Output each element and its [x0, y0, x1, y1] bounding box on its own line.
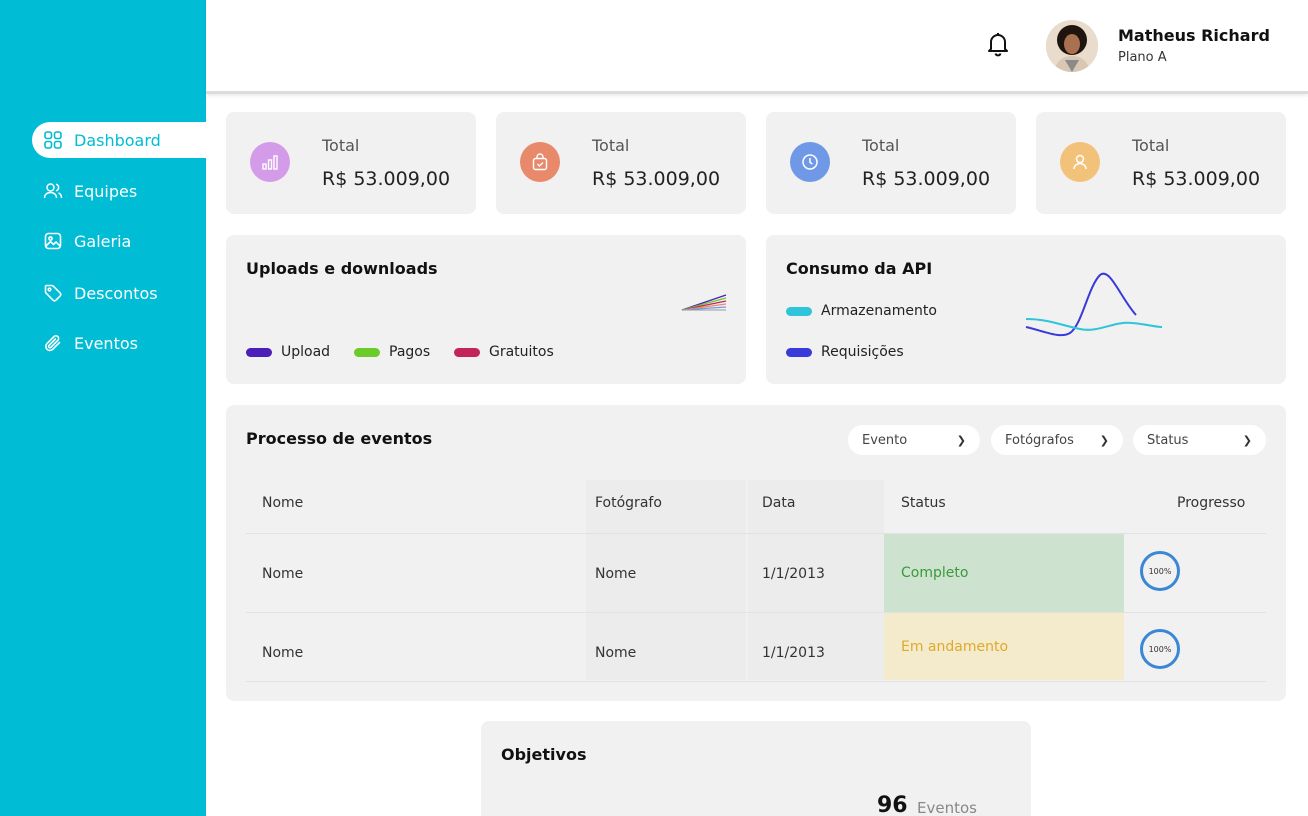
status-badge: Completo: [884, 534, 1124, 612]
progress-value: 100%: [1148, 566, 1172, 576]
user-plan: Plano A: [1118, 50, 1167, 65]
progress-value: 100%: [1148, 644, 1172, 654]
column-header-fotografo[interactable]: Fotógrafo: [595, 495, 662, 511]
chevron-down-icon: ❯: [956, 433, 966, 447]
stat-label: Total: [1132, 136, 1170, 155]
bag-icon: [520, 142, 560, 182]
legend-swatch: [786, 347, 812, 357]
user-icon: [1060, 142, 1100, 182]
cell-data: 1/1/2013: [762, 566, 825, 582]
legend-armazenamento: Armazenamento: [786, 303, 937, 319]
sidebar-item-dashboard[interactable]: Dashboard: [32, 122, 206, 158]
legend-requisicoes: Requisições: [786, 344, 904, 360]
legend-swatch: [246, 347, 272, 357]
top-header: Matheus Richard Plano A: [206, 0, 1308, 94]
goal-unit: Eventos: [917, 799, 977, 816]
legend-label: Requisições: [821, 344, 904, 360]
filter-label: Evento: [862, 432, 908, 448]
bell-icon[interactable]: [986, 30, 1010, 58]
uploads-title: Uploads e downloads: [246, 259, 438, 278]
legend-label: Gratuitos: [489, 344, 554, 360]
sidebar-item-eventos[interactable]: Eventos: [32, 325, 206, 361]
filter-label: Fotógrafos: [1005, 432, 1074, 448]
goal-count: 96: [877, 793, 908, 816]
uploads-panel: Uploads e downloads Upload Pagos Gratuit…: [226, 235, 746, 384]
stat-card: Total R$ 53.009,00: [496, 112, 746, 214]
goals-title: Objetivos: [501, 745, 587, 764]
column-header-nome[interactable]: Nome: [262, 495, 303, 511]
image-icon: [42, 230, 64, 252]
cell-fotografo: Nome: [595, 645, 637, 661]
paperclip-icon: [42, 332, 64, 354]
column-header-progresso[interactable]: Progresso: [1177, 495, 1245, 511]
sidebar-item-label: Galeria: [74, 231, 132, 251]
cell-nome: Nome: [262, 645, 304, 661]
legend-swatch: [454, 347, 480, 357]
legend-swatch: [786, 306, 812, 316]
sidebar-item-label: Eventos: [74, 333, 138, 353]
stat-label: Total: [592, 136, 630, 155]
status-text: Completo: [901, 565, 969, 581]
tag-icon: [42, 282, 64, 304]
bar-chart-icon: [250, 142, 290, 182]
stat-card: Total R$ 53.009,00: [226, 112, 476, 214]
legend-swatch: [354, 347, 380, 357]
sidebar-item-equipes[interactable]: Equipes: [32, 173, 206, 209]
stat-label: Total: [322, 136, 360, 155]
sidebar-item-label: Equipes: [74, 181, 138, 201]
status-text: Em andamento: [901, 638, 1009, 655]
cell-fotografo: Nome: [595, 566, 637, 582]
events-panel: Processo de eventos Evento ❯ Fotógrafos …: [226, 405, 1286, 701]
api-title: Consumo da API: [786, 259, 933, 278]
avatar[interactable]: [1046, 20, 1098, 72]
legend-upload: Upload: [246, 344, 330, 360]
filter-fotografos[interactable]: Fotógrafos ❯: [991, 425, 1123, 455]
chevron-down-icon: ❯: [1099, 433, 1109, 447]
sidebar-item-galeria[interactable]: Galeria: [32, 223, 206, 259]
legend-gratuitos: Gratuitos: [454, 344, 554, 360]
sidebar-item-label: Dashboard: [74, 130, 161, 150]
legend-pagos: Pagos: [354, 344, 430, 360]
progress-ring: 100%: [1140, 551, 1180, 591]
filter-label: Status: [1147, 432, 1189, 448]
grid-icon: [42, 129, 64, 151]
filter-evento[interactable]: Evento ❯: [848, 425, 980, 455]
stat-label: Total: [862, 136, 900, 155]
stat-value: R$ 53.009,00: [862, 168, 991, 190]
progress-ring: 100%: [1140, 629, 1180, 669]
users-icon: [42, 180, 64, 202]
goals-panel: Objetivos 96 Eventos: [481, 721, 1031, 816]
clock-icon: [790, 142, 830, 182]
sidebar: Dashboard Equipes Galeria Descontos Even…: [0, 0, 206, 816]
stat-value: R$ 53.009,00: [592, 168, 721, 190]
uploads-mini-chart: [681, 294, 727, 311]
row-divider: [246, 681, 1266, 682]
user-name: Matheus Richard: [1118, 26, 1270, 45]
chevron-down-icon: ❯: [1242, 433, 1252, 447]
stat-value: R$ 53.009,00: [1132, 168, 1261, 190]
stat-value: R$ 53.009,00: [322, 168, 451, 190]
stat-card: Total R$ 53.009,00: [766, 112, 1016, 214]
column-header-status[interactable]: Status: [901, 495, 946, 511]
column-header-data[interactable]: Data: [762, 495, 795, 511]
legend-label: Pagos: [389, 344, 431, 360]
api-line-chart: [1025, 272, 1163, 337]
stat-card: Total R$ 53.009,00: [1036, 112, 1286, 214]
sidebar-item-label: Descontos: [74, 283, 158, 303]
cell-data: 1/1/2013: [762, 645, 825, 661]
legend-label: Armazenamento: [821, 303, 937, 319]
legend-label: Upload: [281, 344, 331, 360]
filter-status[interactable]: Status ❯: [1133, 425, 1266, 455]
status-badge: Em andamento: [884, 613, 1124, 680]
api-panel: Consumo da API Armazenamento Requisições: [766, 235, 1286, 384]
cell-nome: Nome: [262, 566, 304, 582]
events-title: Processo de eventos: [246, 429, 433, 448]
sidebar-item-descontos[interactable]: Descontos: [32, 275, 206, 311]
